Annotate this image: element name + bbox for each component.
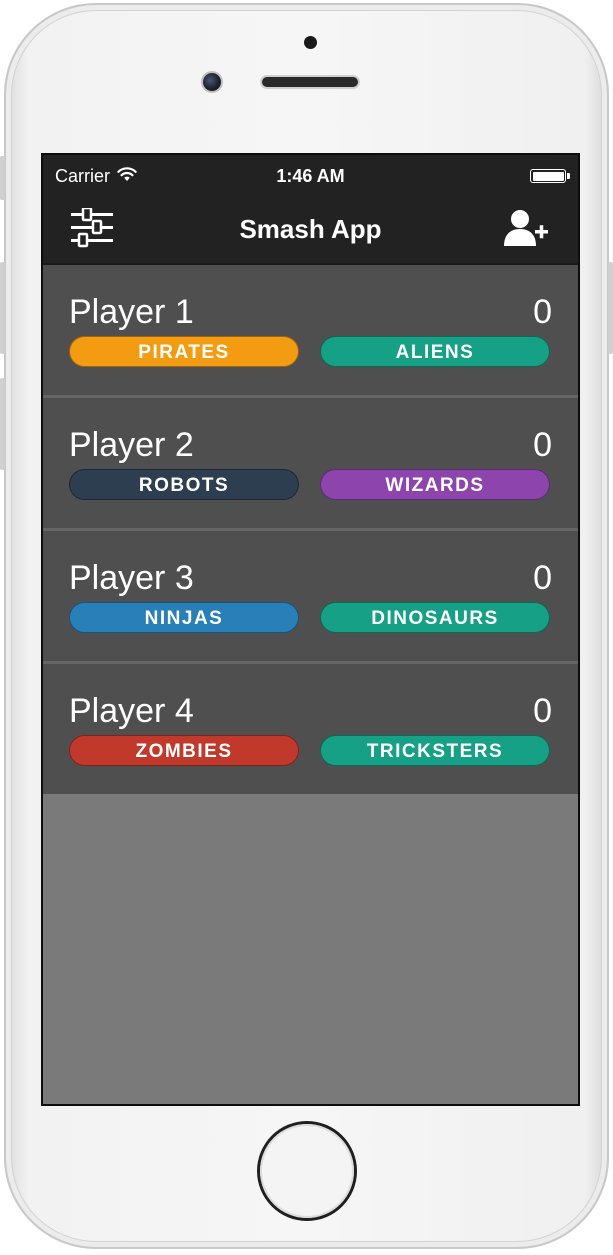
volume-down-button[interactable] bbox=[0, 378, 5, 470]
phone-frame: Carrier 1:46 AM Smash App Player 1 0 PIR… bbox=[4, 3, 609, 1249]
navigation-bar: Smash App bbox=[43, 195, 578, 265]
team-badge[interactable]: PIRATES bbox=[69, 336, 299, 367]
player-row[interactable]: Player 2 0 ROBOTS WIZARDS bbox=[43, 398, 578, 531]
team-badge[interactable]: DINOSAURS bbox=[320, 602, 550, 633]
add-player-button[interactable] bbox=[502, 208, 550, 248]
team-badge[interactable]: ROBOTS bbox=[69, 469, 299, 500]
team-badge[interactable]: ALIENS bbox=[320, 336, 550, 367]
team-badge[interactable]: NINJAS bbox=[69, 602, 299, 633]
player-score: 0 bbox=[533, 293, 552, 331]
app-screen: Carrier 1:46 AM Smash App Player 1 0 PIR… bbox=[41, 153, 580, 1106]
status-bar: Carrier 1:46 AM bbox=[43, 155, 578, 195]
team-badge[interactable]: TRICKSTERS bbox=[320, 735, 550, 766]
earpiece-speaker bbox=[262, 77, 358, 87]
status-time: 1:46 AM bbox=[276, 166, 345, 186]
home-button[interactable] bbox=[260, 1124, 354, 1218]
proximity-sensor bbox=[304, 36, 317, 49]
player-row[interactable]: Player 1 0 PIRATES ALIENS bbox=[43, 265, 578, 398]
player-name: Player 3 bbox=[69, 559, 194, 597]
power-button[interactable] bbox=[608, 262, 613, 354]
battery-icon bbox=[530, 169, 570, 183]
page-title: Smash App bbox=[239, 214, 382, 244]
front-camera bbox=[203, 73, 221, 91]
player-name: Player 1 bbox=[69, 293, 194, 331]
player-name: Player 2 bbox=[69, 426, 194, 464]
volume-up-button[interactable] bbox=[0, 262, 5, 354]
players-list: Player 1 0 PIRATES ALIENS Player 2 0 ROB… bbox=[43, 265, 578, 794]
player-name: Player 4 bbox=[69, 692, 194, 730]
player-row[interactable]: Player 3 0 NINJAS DINOSAURS bbox=[43, 531, 578, 664]
player-row[interactable]: Player 4 0 ZOMBIES TRICKSTERS bbox=[43, 664, 578, 794]
team-badge[interactable]: WIZARDS bbox=[320, 469, 550, 500]
add-user-icon bbox=[502, 210, 550, 252]
player-score: 0 bbox=[533, 559, 552, 597]
player-score: 0 bbox=[533, 426, 552, 464]
team-badge[interactable]: ZOMBIES bbox=[69, 735, 299, 766]
mute-switch[interactable] bbox=[0, 156, 5, 200]
player-score: 0 bbox=[533, 692, 552, 730]
